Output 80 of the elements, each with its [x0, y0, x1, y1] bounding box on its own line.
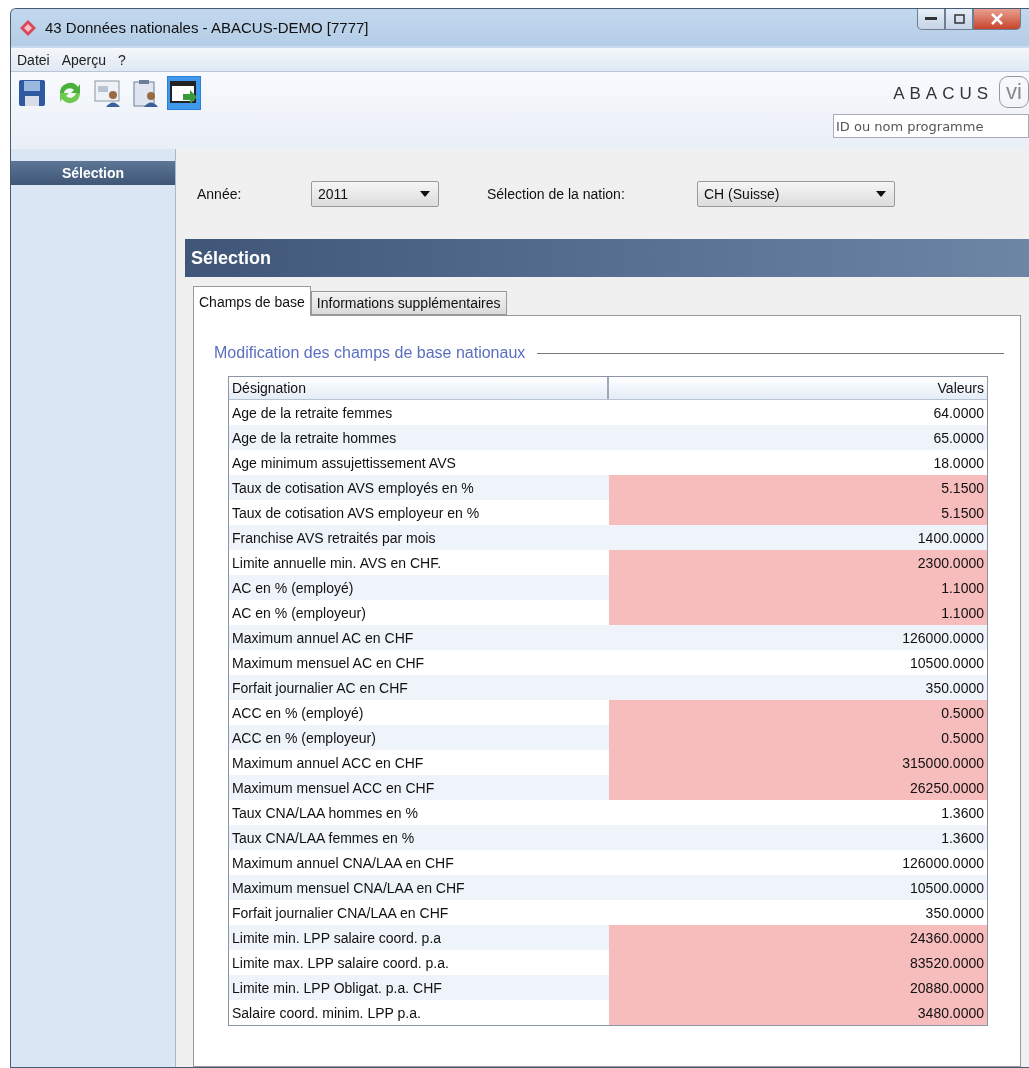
table-cell: 2300.0000 — [609, 550, 987, 575]
table-cell: 0.5000 — [609, 700, 987, 725]
close-button[interactable] — [973, 9, 1021, 30]
table-cell-text: 126000.0000 — [901, 853, 985, 873]
table-cell-text: Maximum mensuel ACC en CHF — [231, 778, 436, 798]
table-cell-text: 10500.0000 — [909, 878, 985, 898]
table-cell: 1.1000 — [609, 600, 987, 625]
table-cell-text: Limite min. LPP Obligat. p.a. CHF — [231, 978, 443, 998]
app-logo-icon — [19, 18, 37, 37]
dropdown[interactable]: 2011 — [311, 181, 439, 207]
table-cell: 26250.0000 — [609, 775, 987, 800]
table-cell-text: Forfait journalier AC en CHF — [231, 678, 409, 698]
table-cell: 20880.0000 — [609, 975, 987, 1000]
tab[interactable]: Champs de base — [193, 286, 311, 316]
table-cell-text: Salaire coord. minim. LPP p.a. — [231, 1003, 422, 1023]
table-cell-text: 1400.0000 — [916, 528, 985, 548]
table-cell: 3480.0000 — [609, 1000, 987, 1025]
maximize-icon — [953, 14, 965, 24]
table-cell-text: AC en % (employé) — [231, 578, 355, 598]
table-cell-text: Age de la retraite femmes — [231, 403, 394, 423]
field-label: Sélection de la nation: — [487, 186, 626, 202]
minimize-icon — [925, 17, 937, 21]
table-cell-text: 10500.0000 — [909, 653, 985, 673]
group-title: Modification des champs de base nationaux — [214, 344, 526, 362]
window-title: 43 Données nationales - ABACUS-DEMO [7777] — [45, 19, 370, 37]
table-cell-text: Maximum annuel CNA/LAA en CHF — [231, 853, 455, 873]
table-cell: 315000.0000 — [609, 750, 987, 775]
minimize-button[interactable] — [917, 9, 945, 30]
table-cell: 0.5000 — [609, 725, 987, 750]
table-cell-text: 18.0000 — [932, 453, 985, 473]
person-card-icon — [93, 78, 123, 109]
table-cell-text: Franchise AVS retraités par mois — [231, 528, 437, 548]
table-cell-text: 350.0000 — [924, 903, 985, 923]
table-cell-text: Limite max. LPP salaire coord. p.a. — [231, 953, 450, 973]
sidebar-item[interactable]: Sélection — [11, 161, 175, 185]
dropdown[interactable]: CH (Suisse) — [697, 181, 895, 207]
tab[interactable]: Informations supplémentaires — [310, 291, 507, 315]
menu-item[interactable]: Datei — [15, 51, 52, 68]
table-cell-text: Maximum mensuel AC en CHF — [231, 653, 426, 673]
table-cell-text: Taux de cotisation AVS employés en % — [231, 478, 475, 498]
save-icon — [17, 78, 47, 109]
dropdown-arrow-icon — [876, 191, 886, 197]
field-label: Année: — [197, 186, 243, 202]
table-cell-text: Taux de cotisation AVS employeur en % — [231, 503, 481, 523]
table-cell-text: 1.3600 — [940, 803, 985, 823]
menu-item[interactable]: ? — [116, 51, 128, 68]
dropdown-arrow-icon — [420, 191, 430, 197]
section-header: Sélection — [185, 239, 1029, 277]
table-cell-text: 1.3600 — [940, 828, 985, 848]
table-cell-text: 64.0000 — [932, 403, 985, 423]
table-cell: 83520.0000 — [609, 950, 987, 975]
table-cell-text: ACC en % (employeur) — [231, 728, 377, 748]
table-cell-text: 126000.0000 — [901, 628, 985, 648]
table-cell-text: Limite annuelle min. AVS en CHF. — [231, 553, 443, 573]
table-cell-text: Taux CNA/LAA femmes en % — [231, 828, 416, 848]
program-search-field[interactable]: ID ou nom programme — [833, 114, 1029, 139]
table-cell-text: 65.0000 — [932, 428, 985, 448]
table-cell: 5.1500 — [609, 475, 987, 500]
table-cell-text: Age de la retraite hommes — [231, 428, 398, 448]
table-cell-text: AC en % (employeur) — [231, 603, 367, 623]
table-cell-text: Maximum annuel AC en CHF — [231, 628, 415, 648]
clipboard-person-icon — [131, 78, 161, 109]
column-header[interactable]: Valeurs — [609, 377, 987, 399]
table-cell-text: Limite min. LPP salaire coord. p.a — [231, 928, 443, 948]
brand-badge: vi — [999, 76, 1029, 109]
table-cell: 1.1000 — [609, 575, 987, 600]
table-cell-text: Maximum annuel ACC en CHF — [231, 753, 425, 773]
table-cell-text: 350.0000 — [924, 678, 985, 698]
table-cell: 24360.0000 — [609, 925, 987, 950]
toolbar-button[interactable] — [167, 76, 201, 111]
table-cell-text: Age minimum assujettissement AVS — [231, 453, 457, 473]
menu-item[interactable]: Aperçu — [59, 51, 109, 68]
table-cell-text: Maximum mensuel CNA/LAA en CHF — [231, 878, 466, 898]
table-cell-text: Taux CNA/LAA hommes en % — [231, 803, 419, 823]
table-cell: 5.1500 — [609, 500, 987, 525]
brand-name: ABACUS — [893, 84, 994, 105]
table-cell-text: Forfait journalier CNA/LAA en CHF — [231, 903, 450, 923]
table-cell-text: ACC en % (employé) — [231, 703, 365, 723]
maximize-button[interactable] — [945, 9, 973, 30]
close-icon — [990, 13, 1004, 25]
